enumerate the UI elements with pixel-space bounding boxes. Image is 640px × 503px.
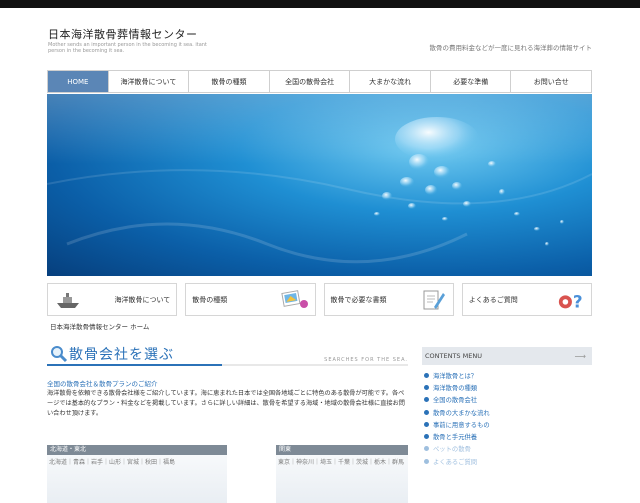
- ship-icon: [54, 288, 82, 312]
- contents-menu-list: 海洋散骨とは？ 海洋散骨の種類 全国の散骨会社 散骨の大まかな流れ 事前に用意す…: [422, 365, 592, 467]
- bullet-icon: [424, 421, 429, 427]
- main-nav: HOME 海洋散骨について 散骨の種類 全国の散骨会社 大まかな流れ 必要な準備…: [47, 70, 592, 93]
- site-title[interactable]: 日本海洋散骨葬情報センター: [48, 26, 198, 42]
- feature-links: 海洋散骨について 散骨の種類 散骨で必要な書類 よくあるご質問 ?: [47, 283, 592, 316]
- region-name: 関東: [276, 445, 408, 455]
- region-areas[interactable]: 北海道｜青森｜岩手｜山形｜宮城｜秋田｜福島: [47, 455, 227, 471]
- breadcrumb[interactable]: 日本海洋散骨情報センター ホーム: [50, 321, 149, 331]
- menu-item[interactable]: よくあるご質問: [422, 455, 592, 467]
- question-icon: ?: [557, 288, 585, 312]
- contents-menu-header: CONTENTS MENU ⟶: [422, 347, 592, 365]
- menu-item[interactable]: 散骨と手元供養: [422, 430, 592, 442]
- bullet-icon: [424, 446, 429, 452]
- intro-heading: 全国の散骨会社＆散骨プランのご紹介: [47, 380, 158, 388]
- feature-about-label: 海洋散骨について: [114, 295, 171, 304]
- bullet-icon: [424, 397, 429, 403]
- contents-menu-title: CONTENTS MENU: [425, 352, 482, 360]
- menu-item[interactable]: 海洋散骨とは？: [422, 369, 592, 381]
- nav-contact[interactable]: お問い合せ: [510, 71, 591, 92]
- top-bar: [0, 0, 640, 8]
- bullet-icon: [424, 458, 429, 464]
- bullet-icon: [424, 409, 429, 415]
- photos-icon: [280, 288, 309, 312]
- intro-text: 海洋散骨を依頼できる散骨会社様をご紹介しています。海に恵まれた日本では全国各地域…: [47, 390, 405, 417]
- nav-home[interactable]: HOME: [48, 71, 108, 92]
- feature-faq-label: よくあるご質問: [468, 295, 518, 304]
- nav-companies[interactable]: 全国の散骨会社: [268, 71, 350, 92]
- region-name: 北海道・東北: [47, 445, 227, 455]
- nav-types[interactable]: 散骨の種類: [188, 71, 269, 92]
- menu-item[interactable]: 散骨の大まかな流れ: [422, 406, 592, 418]
- nav-about-sea-scattering[interactable]: 海洋散骨について: [107, 71, 189, 92]
- feature-types-label: 散骨の種類: [192, 295, 228, 304]
- menu-item[interactable]: ペットの散骨: [422, 443, 592, 455]
- bullet-icon: [424, 434, 429, 440]
- menu-item[interactable]: 全国の散骨会社: [422, 394, 592, 406]
- menu-item[interactable]: 事前に用意するもの: [422, 418, 592, 430]
- section-header: 散骨会社を選ぶ SEARCHES FOR THE SEA.: [47, 342, 408, 366]
- site-tagline: Mother sends an important person in the …: [48, 42, 207, 54]
- svg-text:?: ?: [573, 291, 583, 311]
- menu-item[interactable]: 海洋散骨の種類: [422, 381, 592, 393]
- arrow-right-icon: ⟶: [574, 351, 586, 361]
- contents-menu: CONTENTS MENU ⟶ 海洋散骨とは？ 海洋散骨の種類 全国の散骨会社 …: [422, 347, 592, 503]
- bullet-icon: [424, 384, 429, 390]
- feature-about[interactable]: 海洋散骨について: [47, 283, 178, 316]
- nav-flow[interactable]: 大まかな流れ: [349, 71, 430, 92]
- section-underline: [47, 364, 222, 366]
- feature-documents[interactable]: 散骨で必要な書類: [323, 283, 454, 316]
- bubbles-illustration: [47, 94, 592, 264]
- feature-documents-label: 散骨で必要な書類: [330, 295, 387, 304]
- section-title: 散骨会社を選ぶ: [69, 347, 174, 363]
- feature-types[interactable]: 散骨の種類: [185, 283, 316, 316]
- hero-underwater-image: [47, 94, 592, 276]
- feature-faq[interactable]: よくあるご質問 ?: [461, 283, 592, 316]
- section-subtitle-en: SEARCHES FOR THE SEA.: [324, 357, 408, 363]
- region-areas[interactable]: 東京｜神奈川｜埼玉｜千葉｜茨城｜栃木｜群馬: [276, 455, 408, 471]
- region-kanto: 関東 東京｜神奈川｜埼玉｜千葉｜茨城｜栃木｜群馬: [276, 445, 408, 503]
- nav-preparation[interactable]: 必要な準備: [429, 71, 511, 92]
- site-description: 散骨の費用料金などが一度に見れる海洋葬の情報サイト: [429, 44, 593, 52]
- region-hokkaido-tohoku: 北海道・東北 北海道｜青森｜岩手｜山形｜宮城｜秋田｜福島: [47, 445, 227, 503]
- document-pen-icon: [419, 288, 447, 312]
- bullet-icon: [424, 372, 429, 378]
